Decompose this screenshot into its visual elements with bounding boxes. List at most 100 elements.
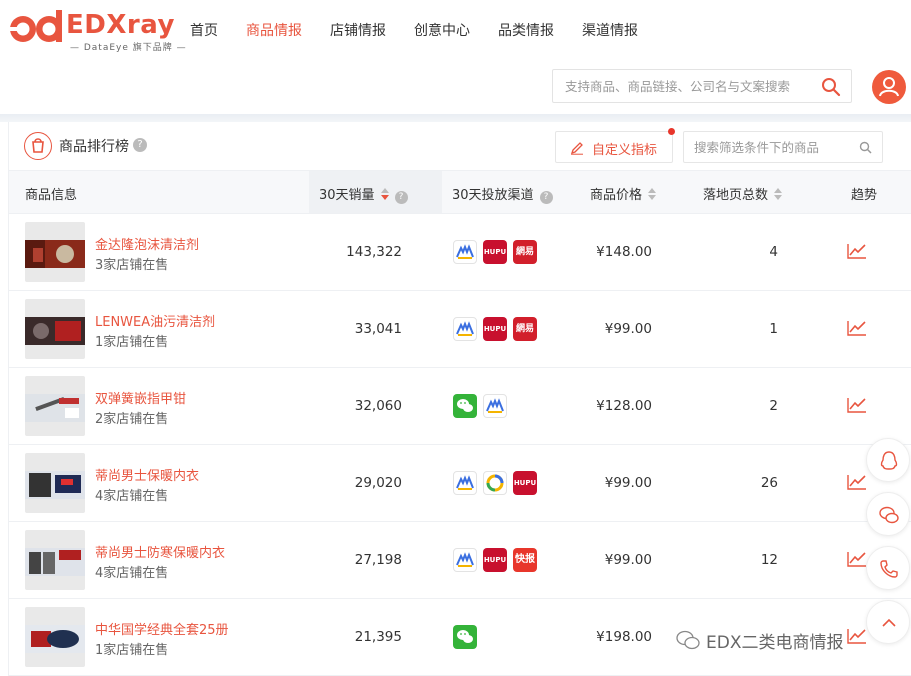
wechat-icon	[879, 506, 899, 524]
channel-jl-badge[interactable]	[453, 317, 477, 341]
nav-item[interactable]: 首页	[190, 20, 218, 40]
filter-search-input[interactable]	[684, 132, 854, 162]
nav-item[interactable]: 商品情报	[246, 20, 302, 40]
custom-metrics-label: 自定义指标	[592, 143, 658, 158]
channel-jl-badge[interactable]	[453, 548, 477, 572]
table-row[interactable]: 金达隆泡沫清洁剂 3家店铺在售 143,322 HUPU 網易 ¥148.00 4	[9, 214, 911, 291]
channel-list	[453, 394, 553, 418]
channel-jl-badge[interactable]	[453, 471, 477, 495]
landing-page-count: 12	[760, 552, 778, 568]
global-search	[552, 69, 852, 103]
search-input[interactable]	[553, 70, 813, 102]
panel-title: 商品排行榜	[59, 139, 129, 155]
wechat-icon	[457, 630, 473, 643]
trend-chart-icon[interactable]	[846, 242, 868, 260]
product-thumbnail[interactable]	[25, 376, 85, 436]
channel-wx-badge[interactable]	[453, 394, 477, 418]
table-row[interactable]: 双弹簧嵌指甲钳 2家店铺在售 32,060 ¥128.00 2	[9, 368, 911, 445]
trend-chart-icon[interactable]	[846, 627, 868, 645]
sort-icon[interactable]	[774, 188, 783, 200]
nav-item[interactable]: 品类情报	[498, 20, 554, 40]
qq-icon	[880, 451, 898, 470]
table-row[interactable]: LENWEA油污清洁剂 1家店铺在售 33,041 HUPU 網易 ¥99.00 1	[9, 291, 911, 368]
price-value: ¥99.00	[604, 552, 652, 568]
header-pages-label: 落地页总数	[703, 188, 769, 203]
panel-header: 商品排行榜 ? 自定义指标	[9, 122, 911, 170]
channel-list: HUPU 網易	[453, 240, 553, 264]
channel-tt-badge[interactable]	[483, 471, 507, 495]
help-icon[interactable]: ?	[394, 191, 408, 204]
trend-chart-icon[interactable]	[846, 319, 868, 337]
custom-metrics-button[interactable]: 自定义指标	[555, 131, 673, 163]
product-thumbnail[interactable]	[25, 222, 85, 282]
landing-page-count: 26	[760, 475, 778, 491]
store-count: 1家店铺在售	[95, 643, 169, 658]
nav-item[interactable]: 创意中心	[414, 20, 470, 40]
channel-list: HUPU	[453, 471, 553, 495]
channel-hupu-badge[interactable]: HUPU	[513, 471, 537, 495]
price-value: ¥99.00	[604, 321, 652, 337]
sort-desc-icon[interactable]	[380, 188, 389, 200]
product-name-link[interactable]: 中华国学经典全套25册	[95, 619, 229, 638]
channel-jl-badge[interactable]	[483, 394, 507, 418]
table-row[interactable]: 蒂尚男士保暖内衣 4家店铺在售 29,020 HUPU ¥99.00 26	[9, 445, 911, 522]
header-channels: 30天投放渠道?	[452, 184, 553, 204]
user-icon	[879, 77, 899, 97]
store-count: 2家店铺在售	[95, 412, 169, 427]
product-name-link[interactable]: 蒂尚男士防寒保暖内衣	[95, 542, 225, 561]
phone-button[interactable]	[866, 546, 910, 590]
product-thumbnail[interactable]	[25, 299, 85, 359]
channel-ks-badge[interactable]: 快报	[513, 548, 537, 572]
product-thumbnail[interactable]	[25, 607, 85, 667]
wechat-icon	[457, 399, 473, 412]
product-ranking-panel: 商品排行榜 ? 自定义指标 商品信息 30天销量? 30天投放渠道?	[8, 122, 911, 676]
header-price-label: 商品价格	[590, 188, 643, 203]
brand-logo[interactable]: EDXray — DataEye 旗下品牌 —	[8, 10, 186, 53]
wechat-button[interactable]	[866, 492, 910, 536]
help-icon[interactable]: ?	[133, 138, 147, 152]
header-channels-label: 30天投放渠道	[452, 188, 534, 203]
trend-chart-icon[interactable]	[846, 473, 868, 491]
channel-list: HUPU 快报	[453, 548, 553, 572]
user-avatar[interactable]	[872, 70, 906, 104]
channel-hupu-badge[interactable]: HUPU	[483, 317, 507, 341]
product-name-link[interactable]: LENWEA油污清洁剂	[95, 311, 215, 330]
channel-hupu-badge[interactable]: HUPU	[483, 548, 507, 572]
product-name-link[interactable]: 金达隆泡沫清洁剂	[95, 234, 199, 253]
price-value: ¥148.00	[596, 244, 652, 260]
channel-wx-badge[interactable]	[453, 625, 477, 649]
store-count: 4家店铺在售	[95, 566, 169, 581]
qq-button[interactable]	[866, 438, 910, 482]
product-thumbnail[interactable]	[25, 453, 85, 513]
header-pages[interactable]: 落地页总数	[703, 184, 783, 203]
search-icon[interactable]	[859, 141, 872, 154]
nav-item[interactable]: 渠道情报	[582, 20, 638, 40]
trend-chart-icon[interactable]	[846, 396, 868, 414]
search-icon[interactable]	[821, 77, 841, 97]
product-thumbnail[interactable]	[25, 530, 85, 590]
back-to-top-button[interactable]	[866, 600, 910, 644]
sort-icon[interactable]	[648, 188, 657, 200]
table-header: 商品信息 30天销量? 30天投放渠道? 商品价格 落地页总数 趋势	[9, 170, 911, 214]
table-row[interactable]: 蒂尚男士防寒保暖内衣 4家店铺在售 27,198 HUPU 快报 ¥99.00 12	[9, 522, 911, 599]
channel-wy-badge[interactable]: 網易	[513, 240, 537, 264]
landing-page-count: 1	[769, 321, 778, 337]
nav-item[interactable]: 店铺情报	[330, 20, 386, 40]
trend-chart-icon[interactable]	[846, 550, 868, 568]
channel-wy-badge[interactable]: 網易	[513, 317, 537, 341]
price-value: ¥99.00	[604, 475, 652, 491]
product-name-link[interactable]: 蒂尚男士保暖内衣	[95, 465, 199, 484]
help-icon[interactable]: ?	[539, 191, 553, 204]
juliang-icon	[486, 398, 504, 413]
channel-jl-badge[interactable]	[453, 240, 477, 264]
notification-dot	[668, 128, 675, 135]
channel-hupu-badge[interactable]: HUPU	[483, 240, 507, 264]
channel-list	[453, 625, 553, 649]
store-count: 4家店铺在售	[95, 489, 169, 504]
header-sales-label: 30天销量	[319, 188, 375, 203]
juliang-icon	[456, 244, 474, 259]
header-price[interactable]: 商品价格	[590, 184, 657, 203]
product-name-link[interactable]: 双弹簧嵌指甲钳	[95, 388, 186, 407]
store-count: 1家店铺在售	[95, 335, 169, 350]
header-sales[interactable]: 30天销量?	[319, 184, 408, 204]
